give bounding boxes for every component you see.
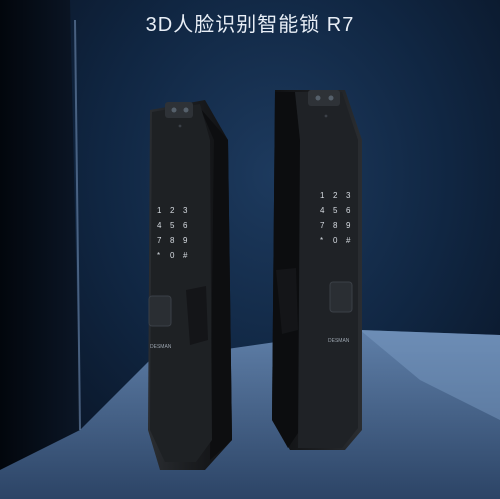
keypad-key: 5 bbox=[333, 206, 338, 215]
keypad-key: 4 bbox=[320, 206, 325, 215]
brand-logo: DESMAN bbox=[150, 344, 172, 350]
smart-lock-left bbox=[148, 100, 232, 470]
brand-logo: DESMAN bbox=[328, 338, 350, 344]
keypad-key: 9 bbox=[346, 221, 351, 230]
camera-module bbox=[308, 90, 340, 106]
camera-module bbox=[165, 102, 193, 118]
product-photo: 3D人脸识别智能锁 R7 1 2 3 4 5 6 7 8 9 * 0 # 1 2… bbox=[0, 0, 500, 499]
keypad-key: 8 bbox=[333, 221, 338, 230]
keypad-key: 3 bbox=[183, 206, 188, 215]
keypad-key: 2 bbox=[333, 191, 338, 200]
keypad-key: 0 bbox=[333, 236, 338, 245]
keypad-key: 9 bbox=[183, 236, 188, 245]
keypad-key: # bbox=[346, 236, 351, 245]
locks-illustration: 1 2 34 5 67 8 9* 0 #1 2 34 5 67 8 9* 0 # DESMANDESMAN bbox=[148, 90, 362, 470]
keypad-key: 7 bbox=[157, 236, 162, 245]
keypad-key: 2 bbox=[170, 206, 175, 215]
keypad-key: 5 bbox=[170, 221, 175, 230]
keypad-key: 6 bbox=[183, 221, 188, 230]
keypad-key: 0 bbox=[170, 251, 175, 260]
fingerprint-sensor bbox=[329, 281, 353, 313]
keypad-key: # bbox=[183, 251, 188, 260]
keypad-key: 3 bbox=[346, 191, 351, 200]
keypad-key: * bbox=[320, 236, 323, 245]
keypad-key: 1 bbox=[320, 191, 325, 200]
fingerprint-sensor bbox=[148, 295, 172, 327]
keypad-key: 1 bbox=[157, 206, 162, 215]
keypad-key: 4 bbox=[157, 221, 162, 230]
keypad-key: 8 bbox=[170, 236, 175, 245]
keypad-key: 6 bbox=[346, 206, 351, 215]
keypad-key: * bbox=[157, 251, 160, 260]
smart-lock-right bbox=[272, 90, 362, 450]
keypad-key: 7 bbox=[320, 221, 325, 230]
